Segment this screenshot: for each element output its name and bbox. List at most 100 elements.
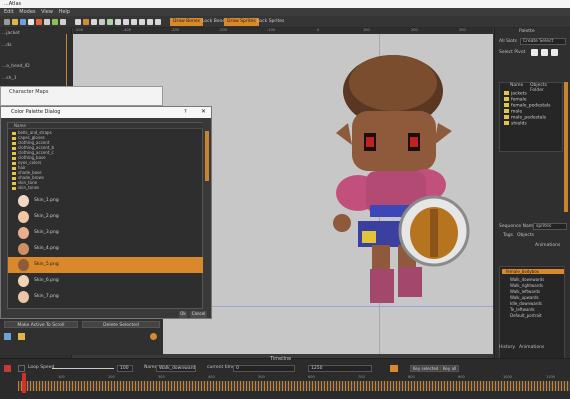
tab-objects[interactable]: Objects: [517, 233, 534, 238]
select-icon[interactable]: [75, 19, 81, 25]
tab-tags[interactable]: Tags: [503, 233, 513, 238]
speed-slider[interactable]: [52, 368, 114, 369]
left-panel-row[interactable]: ...ds: [2, 43, 12, 48]
key-selected-button[interactable]: Key selected: [410, 365, 442, 372]
ruler-tick: 0: [317, 28, 320, 32]
scale-icon[interactable]: [107, 19, 113, 25]
zoom-icon[interactable]: [131, 19, 137, 25]
character-maps-title: Character Maps: [9, 89, 49, 95]
tree-item[interactable]: male_pedestals: [504, 115, 546, 121]
tree-item[interactable]: male: [504, 109, 522, 115]
new-file-icon[interactable]: [4, 19, 10, 25]
all-slots-label: All Slots: [499, 39, 517, 44]
close-button[interactable]: ✕: [201, 108, 206, 115]
tree-col-folder: Objects Folder: [530, 83, 548, 93]
folder-icon[interactable]: [18, 333, 25, 340]
refresh-icon[interactable]: [531, 49, 538, 56]
save-icon[interactable]: [4, 333, 11, 340]
undo-icon[interactable]: [44, 19, 50, 25]
skin-row[interactable]: Skin_6.png: [8, 273, 203, 289]
tab-history[interactable]: History: [499, 345, 515, 350]
pen-icon[interactable]: [83, 19, 89, 25]
character-sprite[interactable]: [328, 53, 478, 303]
palette-scrollbar[interactable]: [205, 131, 209, 181]
timeline-tick: 100: [58, 375, 65, 379]
help-button[interactable]: ?: [184, 109, 187, 115]
camera-icon[interactable]: [155, 19, 161, 25]
animation-item[interactable]: Default_portrait: [510, 313, 542, 318]
skin-row[interactable]: Skin_2.png: [8, 209, 203, 225]
right-panel-scrollbar[interactable]: [564, 82, 568, 212]
eye-left-iris: [366, 137, 374, 147]
cancel-button[interactable]: Cancel: [190, 311, 207, 318]
animation-root[interactable]: female_bodybox: [502, 269, 564, 274]
sequence-name-label: Sequence Name: [499, 224, 536, 229]
move-icon[interactable]: [91, 19, 97, 25]
animation-item[interactable]: Walk_upwards: [510, 295, 539, 300]
playhead-marker[interactable]: [22, 373, 26, 393]
menu-modes[interactable]: Modes: [19, 9, 35, 15]
animation-item[interactable]: Te_leftwards: [510, 307, 535, 312]
tab-animations[interactable]: Animations: [519, 345, 544, 350]
menu-view[interactable]: View: [41, 9, 53, 15]
add-icon[interactable]: [541, 49, 548, 56]
key-icon[interactable]: [390, 365, 398, 372]
tree-item[interactable]: shields: [504, 121, 527, 127]
animation-item[interactable]: Idle_downwards: [510, 301, 542, 306]
bone-icon[interactable]: [60, 19, 66, 25]
pin-icon[interactable]: [147, 19, 153, 25]
link-icon[interactable]: [115, 19, 121, 25]
list-header: Name: [8, 123, 203, 129]
window-title-bar: ...Atlas: [0, 0, 570, 8]
animation-name-field[interactable]: Walk_downward: [156, 365, 196, 372]
lock-sprites-button[interactable]: Lock Sprites: [254, 18, 287, 26]
save-icon[interactable]: [551, 49, 558, 56]
objects-tree: Name Objects Folder jackets female femal…: [499, 82, 563, 152]
ok-button[interactable]: Ok: [179, 311, 187, 318]
tree-item[interactable]: female_pedestals: [504, 103, 550, 109]
animation-item[interactable]: Walk_downwards: [510, 277, 544, 282]
create-select-dropdown[interactable]: Create Select: [520, 38, 566, 45]
left-panel-row[interactable]: ...o_head_ID: [2, 64, 30, 69]
current-time-field[interactable]: 0: [233, 365, 295, 372]
animation-item[interactable]: Walk_leftwards: [510, 289, 540, 294]
grid-icon[interactable]: [123, 19, 129, 25]
open-folder-icon[interactable]: [12, 19, 18, 25]
left-panel-row[interactable]: ...jacket: [2, 31, 20, 36]
sequence-name-field[interactable]: sprites: [533, 223, 567, 230]
ruler-tick: -100: [267, 28, 275, 32]
tree-item[interactable]: jackets: [504, 91, 527, 97]
save-icon[interactable]: [20, 19, 26, 25]
tree-item[interactable]: female: [504, 97, 527, 103]
folder-row[interactable]: skin_tones: [12, 185, 39, 191]
settings-icon[interactable]: [150, 333, 157, 340]
play-icon[interactable]: [52, 19, 58, 25]
key-all-button[interactable]: Key all: [440, 365, 460, 372]
delete-selected-button[interactable]: Delete Selected: [82, 321, 160, 328]
total-time-field[interactable]: 1250: [308, 365, 372, 372]
skin-row[interactable]: Skin_3.png: [8, 225, 203, 241]
character-maps-dialog[interactable]: Character Maps: [0, 86, 163, 106]
timeline-track[interactable]: [18, 381, 570, 391]
left-panel-row[interactable]: ...sh_1: [2, 76, 17, 81]
rotate-icon[interactable]: [99, 19, 105, 25]
frame-icon[interactable]: [139, 19, 145, 25]
folder-icon: [504, 103, 509, 107]
menu-edit[interactable]: Edit: [4, 9, 14, 15]
copy-icon[interactable]: [28, 19, 34, 25]
menu-help[interactable]: Help: [59, 9, 70, 15]
stop-icon[interactable]: [4, 365, 11, 372]
loop-speed-field[interactable]: 100: [117, 365, 133, 372]
timeline-tick: 900: [458, 375, 465, 379]
timeline-tick: 300: [158, 375, 165, 379]
skin-row-selected[interactable]: Skin_5.png: [8, 257, 203, 273]
skin-row[interactable]: Skin_1.png: [8, 193, 203, 209]
skin-row[interactable]: Skin_4.png: [8, 241, 203, 257]
animation-item[interactable]: Walk_rightwards: [510, 283, 543, 288]
make-active-button[interactable]: Make Active To Scroll: [4, 321, 78, 328]
timeline-tick: 400: [208, 375, 215, 379]
loop-checkbox[interactable]: [18, 365, 25, 372]
record-icon[interactable]: [36, 19, 42, 25]
ruler-tick: -200: [219, 28, 227, 32]
skin-row[interactable]: Skin_7.png: [8, 289, 203, 305]
